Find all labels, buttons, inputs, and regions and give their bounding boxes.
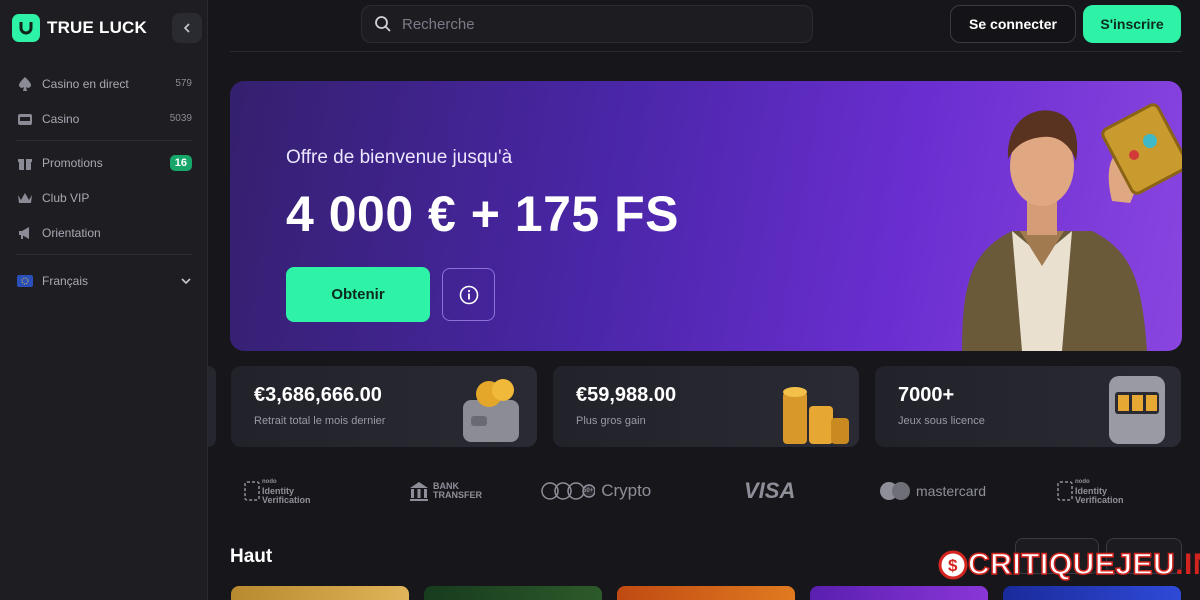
info-button[interactable]: [442, 268, 495, 321]
sidebar-divider: [16, 140, 192, 141]
sidebar-item-promotions[interactable]: Promotions 16: [0, 145, 208, 180]
stat-value: 7000+: [898, 384, 955, 406]
stat-card-withdrawals: €3,686,666.00 Retrait total le mois dern…: [231, 366, 537, 447]
login-button[interactable]: Se connecter: [950, 5, 1076, 43]
search-bar[interactable]: [361, 5, 813, 43]
horseshoe-icon: [12, 14, 40, 42]
payment-identity-verification: nodo Identity Verification: [244, 476, 311, 506]
collapse-sidebar-button[interactable]: [172, 13, 202, 43]
sidebar-nav: Casino en direct 579 Casino 5039 Promoti…: [0, 66, 208, 298]
chevron-left-icon: [183, 23, 190, 33]
svg-text:$: $: [948, 556, 958, 575]
game-tile[interactable]: [617, 586, 795, 600]
promotions-count-badge: 16: [169, 154, 192, 171]
welcome-offer-banner: Offre de bienvenue jusqu'à 4 000 € + 175…: [230, 81, 1182, 351]
wallet-icon: [463, 379, 519, 442]
game-tile[interactable]: [1003, 586, 1181, 600]
stat-card-biggest-win: €59,988.00 Plus gros gain: [553, 366, 859, 447]
sidebar: TRUE LUCK Casino en direct 579 Casino 50…: [0, 0, 208, 600]
payment-visa: VISA: [744, 476, 795, 506]
payment-bank-transfer: BANK TRANSFER: [408, 476, 482, 506]
game-tile[interactable]: [424, 586, 602, 600]
register-button[interactable]: S'inscrire: [1083, 5, 1181, 43]
sidebar-item-orientation[interactable]: Orientation: [0, 215, 208, 250]
crown-icon: [16, 189, 34, 207]
hero-subtitle: Offre de bienvenue jusqu'à: [286, 147, 513, 168]
language-label: Français: [42, 273, 89, 288]
live-casino-icon: [16, 75, 34, 93]
brand-logo[interactable]: TRUE LUCK: [12, 14, 147, 42]
bank-line2: TRANSFER: [433, 490, 482, 500]
previous-stat-card-edge: [208, 366, 216, 447]
identity-verification-icon: [1057, 481, 1073, 501]
stat-label: Jeux sous licence: [898, 415, 985, 427]
payment-identity-verification-2: nodo Identity Verification: [1057, 476, 1124, 506]
sidebar-divider: [16, 254, 192, 255]
stat-value: €3,686,666.00: [254, 384, 382, 406]
brand-name: TRUE LUCK: [47, 18, 148, 37]
sidebar-item-label: Casino: [42, 111, 80, 126]
identity-line2: Verification: [262, 494, 311, 505]
eu-flag-icon: [16, 272, 34, 290]
bank-icon: [410, 482, 428, 501]
dollar-coin-icon: $: [938, 550, 968, 580]
visa-logo: VISA: [744, 478, 796, 503]
megaphone-icon: [16, 224, 34, 242]
sidebar-item-club-vip[interactable]: Club VIP: [0, 180, 208, 215]
gift-icon: [16, 154, 34, 172]
crypto-extra-count: 50+: [583, 487, 594, 494]
hero-title: 4 000 € + 175 FS: [286, 186, 680, 242]
payment-mastercard: mastercard: [878, 476, 986, 506]
search-input[interactable]: [402, 15, 782, 33]
site-watermark: $ CRITIQUEJEU .INFO: [938, 547, 1200, 582]
slot-machine-illustration: [1109, 376, 1165, 444]
stat-label: Retrait total le mois dernier: [254, 415, 386, 427]
search-icon: [375, 16, 391, 32]
chevron-down-icon: [181, 277, 191, 284]
game-tile[interactable]: [231, 586, 409, 600]
language-selector[interactable]: Français: [0, 263, 208, 298]
sidebar-item-count: 579: [175, 78, 192, 89]
section-title: Haut: [230, 546, 273, 567]
sidebar-item-label: Orientation: [42, 225, 101, 240]
crypto-label: Crypto: [601, 481, 652, 500]
sidebar-item-live-casino[interactable]: Casino en direct 579: [0, 66, 208, 101]
sidebar-item-label: Club VIP: [42, 190, 90, 205]
identity-line2: Verification: [1075, 494, 1124, 505]
sidebar-item-label: Promotions: [42, 155, 103, 170]
header-divider: [230, 51, 1182, 52]
sidebar-item-count: 5039: [169, 113, 192, 124]
watermark-part2: .INFO: [1175, 548, 1200, 581]
game-tile[interactable]: [810, 586, 988, 600]
identity-verification-icon: [244, 481, 260, 501]
watermark-part1: CRITIQUEJEU: [967, 547, 1176, 582]
adventurer-character-illustration: [962, 103, 1182, 351]
info-icon: [459, 285, 478, 304]
coin-stack-icon: [783, 387, 849, 444]
stat-label: Plus gros gain: [576, 415, 646, 427]
sidebar-item-casino[interactable]: Casino 5039: [0, 101, 208, 136]
stat-card-licensed-games: 7000+ Jeux sous licence: [875, 366, 1181, 447]
claim-offer-button[interactable]: Obtenir: [286, 267, 430, 322]
mastercard-icon: [880, 482, 910, 500]
stat-value: €59,988.00: [576, 384, 677, 406]
payment-crypto: 50+ Crypto: [541, 476, 651, 506]
sidebar-item-label: Casino en direct: [42, 76, 129, 91]
mastercard-label: mastercard: [916, 483, 987, 499]
slot-machine-icon: [16, 110, 34, 128]
